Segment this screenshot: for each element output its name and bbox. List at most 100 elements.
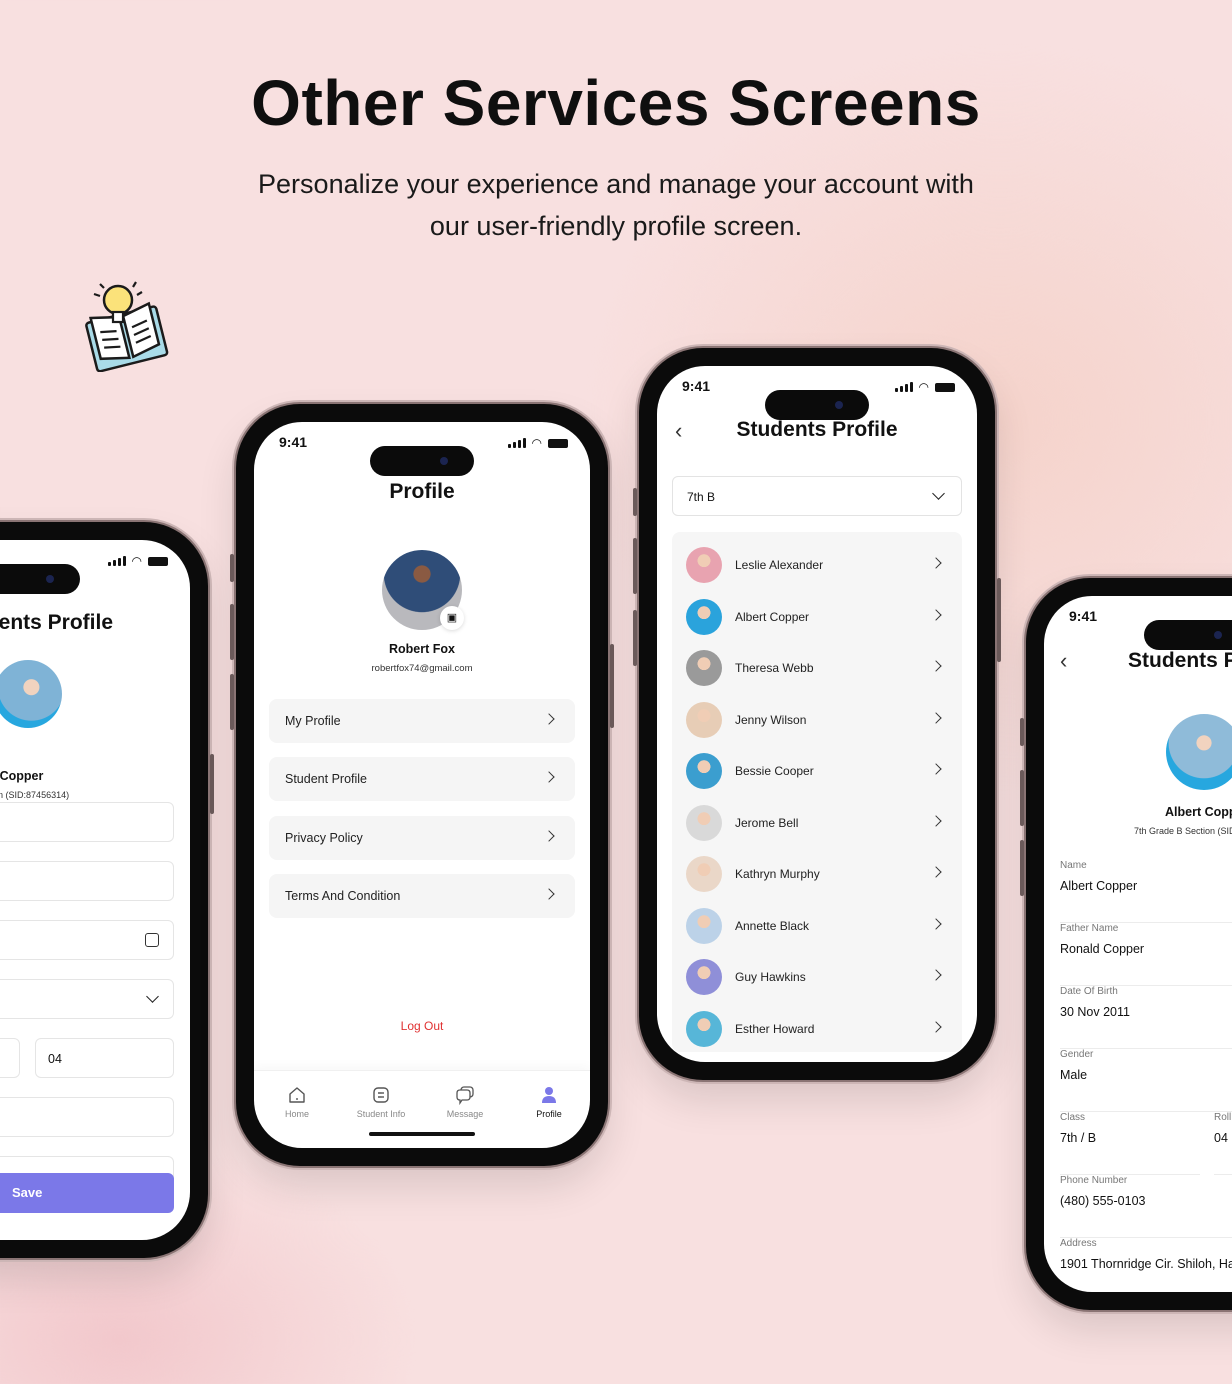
student-avatar [686, 598, 722, 635]
student-name: Bessie Cooper [735, 764, 814, 778]
phone-student-list: 9:41 ◠ ‹ Students Profile 7th B Leslie A… [633, 348, 1001, 1080]
student-meta: 7th Grade B Section (SID:87456314) [1134, 826, 1232, 836]
back-button[interactable]: ‹ [1060, 650, 1067, 672]
status-icons: ◠ [894, 380, 955, 394]
tab-student-info[interactable]: Student Info [346, 1085, 416, 1119]
chevron-down-icon [146, 990, 159, 1003]
status-time: 9:41 [1069, 608, 1098, 624]
chevron-right-icon [930, 814, 942, 827]
student-row[interactable]: Annette Black [672, 901, 962, 951]
bottom-tab-bar: Home Student Info Message Profile [254, 1070, 590, 1148]
student-meta: 7th Grade B Section (SID:87456314) [0, 790, 70, 800]
student-name: Esther Howard [735, 1021, 815, 1036]
logout-button[interactable]: Log Out [254, 1019, 590, 1033]
field-label: Name [1060, 860, 1087, 871]
menu-item-my-profile[interactable]: My Profile [269, 699, 575, 743]
student-name: Guy Hawkins [735, 970, 806, 984]
chevron-right-icon [543, 771, 555, 783]
detail-screen-title: Students Profile [1128, 649, 1232, 672]
student-row[interactable]: Albert Copper [672, 592, 962, 642]
wifi-icon: ◠ [131, 554, 142, 568]
student-name: Albert Copper [0, 769, 44, 783]
class-select[interactable] [0, 1038, 20, 1078]
student-avatar [686, 1010, 722, 1047]
menu-item-label: Terms And Condition [285, 889, 401, 903]
hero-subtitle: Personalize your experience and manage y… [216, 163, 1016, 247]
screen-student-list: 9:41 ◠ ‹ Students Profile 7th B Leslie A… [657, 366, 977, 1062]
chevron-right-icon [930, 969, 942, 981]
menu-item-privacy-policy[interactable]: Privacy Policy [269, 816, 575, 860]
chevron-right-icon [543, 713, 555, 725]
student-avatar[interactable] [0, 660, 62, 728]
message-icon [455, 1085, 475, 1106]
user-name: Robert Fox [389, 642, 455, 656]
battery-icon [148, 556, 168, 566]
field-label: Father Name [1060, 923, 1119, 934]
phone-profile: 9:41 ◠ Profile ▣ Robert Fox robertfox74@… [230, 404, 614, 1166]
camera-button[interactable]: ▣ [440, 606, 464, 630]
father-name-input[interactable] [0, 861, 174, 901]
student-row[interactable]: Bessie Cooper [672, 746, 962, 796]
screen-profile: 9:41 ◠ Profile ▣ Robert Fox robertfox74@… [254, 422, 590, 1148]
student-avatar [1166, 714, 1232, 790]
phone-input[interactable] [0, 1097, 174, 1137]
menu-item-terms[interactable]: Terms And Condition [269, 874, 575, 918]
menu-item-label: Privacy Policy [285, 831, 363, 845]
field-label: Gender [1060, 1049, 1094, 1060]
student-name: Theresa Webb [735, 661, 814, 675]
chevron-right-icon [930, 917, 942, 930]
chevron-right-icon [543, 888, 555, 900]
save-button[interactable]: Save [0, 1173, 174, 1213]
dob-input[interactable] [0, 920, 174, 960]
user-email: robertfox74@gmail.com [371, 663, 473, 674]
list-screen-title: Students Profile [736, 418, 898, 441]
tab-label: Home [284, 1109, 309, 1119]
hero-subtitle-line-2: our user-friendly profile screen. [429, 211, 803, 241]
wifi-icon: ◠ [918, 380, 929, 394]
calendar-icon[interactable] [145, 933, 159, 947]
gender-select[interactable] [0, 979, 174, 1019]
student-row[interactable]: Kathryn Murphy [672, 849, 962, 899]
tab-label: Message [446, 1109, 484, 1119]
field-value: Ronald Copper [1060, 942, 1145, 956]
roll-input[interactable]: 04 [35, 1038, 174, 1078]
field-value: Male [1060, 1068, 1088, 1082]
chevron-right-icon [930, 608, 942, 621]
student-avatar [686, 547, 722, 583]
menu-item-label: Student Profile [285, 772, 367, 786]
student-row[interactable]: Theresa Webb [672, 643, 962, 693]
status-icons: ◠ [507, 436, 568, 450]
chevron-right-icon [930, 866, 942, 878]
hero-title: Other Services Screens [251, 67, 981, 139]
book-lightbulb-icon [85, 281, 169, 372]
student-name: Albert Copper [1165, 805, 1232, 819]
field-label: Address [1060, 1238, 1097, 1249]
name-input[interactable] [0, 802, 174, 842]
field-name: Name Albert Copper [1060, 860, 1232, 923]
field-label: Class [1060, 1112, 1086, 1123]
field-dob: Date Of Birth 30 Nov 2011 [1060, 986, 1232, 1049]
signal-icon [507, 438, 526, 448]
student-info-icon [371, 1085, 391, 1105]
tab-home[interactable]: Home [262, 1085, 332, 1119]
tab-label: Student Info [356, 1109, 406, 1119]
tab-message[interactable]: Message [430, 1085, 500, 1119]
home-icon [287, 1085, 307, 1105]
student-row[interactable]: Guy Hawkins [672, 952, 962, 1002]
student-name: Kathryn Murphy [735, 867, 820, 881]
tab-profile[interactable]: Profile [514, 1085, 584, 1119]
class-select[interactable]: 7th B [672, 476, 962, 516]
student-row[interactable]: Esther Howard [672, 1004, 962, 1054]
field-label: Date Of Birth [1060, 986, 1118, 997]
home-indicator[interactable] [369, 1132, 475, 1136]
field-value: 30 Nov 2011 [1060, 1005, 1130, 1019]
field-value: 7th / B [1060, 1131, 1097, 1145]
chevron-right-icon [930, 711, 942, 724]
student-row[interactable]: Jerome Bell [672, 798, 962, 848]
menu-item-student-profile[interactable]: Student Profile [269, 757, 575, 801]
chevron-right-icon [930, 763, 942, 775]
profile-title: Profile [389, 480, 455, 503]
screen-edit-student: ◠ Students Profile Albert Copper 7th Gra… [0, 540, 190, 1240]
student-row[interactable]: Leslie Alexander [672, 540, 962, 590]
student-row[interactable]: Jenny Wilson [672, 695, 962, 745]
